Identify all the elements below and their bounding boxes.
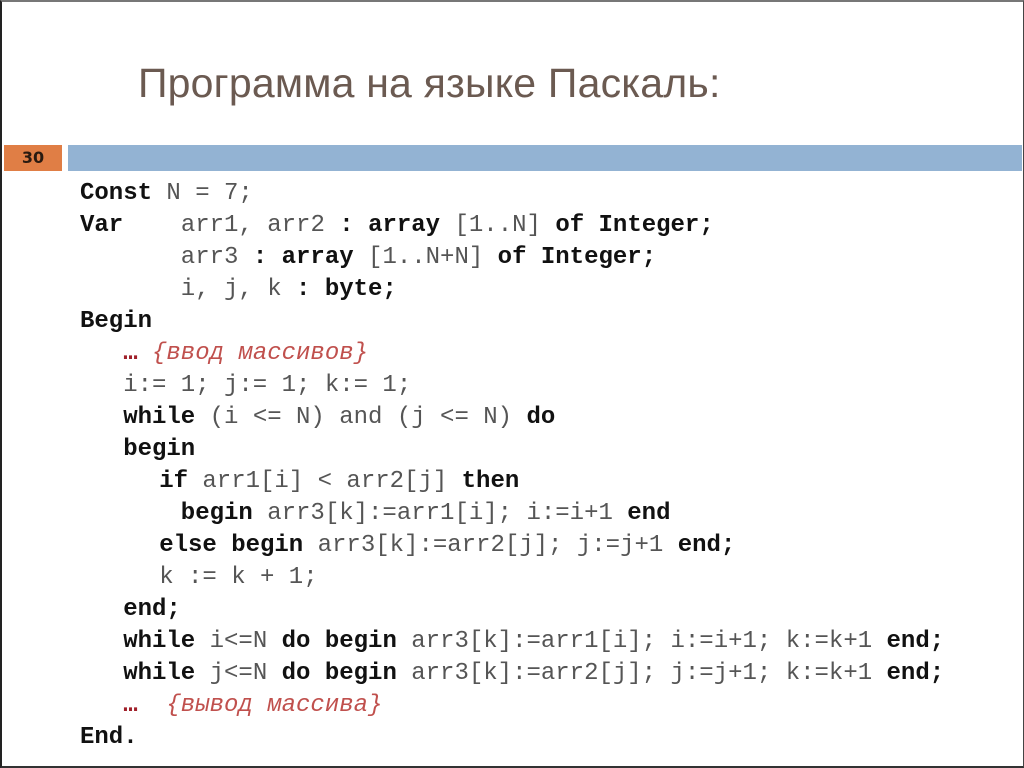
code-keyword: then	[461, 468, 520, 495]
slide-title: Программа на языке Паскаль:	[138, 60, 721, 106]
slide-number-badge: 30	[4, 145, 62, 171]
code-text: k := k + 1;	[159, 564, 318, 591]
code-text: arr3	[180, 244, 253, 271]
code-line: Begin	[80, 306, 944, 338]
code-keyword: end;	[123, 596, 181, 623]
code-keyword: do begin	[281, 628, 397, 655]
code-keyword: : array	[252, 244, 354, 271]
code-comment: {ввод массивов}	[137, 340, 369, 367]
code-ellipsis: …	[123, 692, 138, 719]
code-line: Var arr1, arr2 : array [1..N] of Integer…	[80, 210, 944, 242]
code-text: i, j, k	[180, 276, 297, 303]
slide: Программа на языке Паскаль: 30 Const N =…	[0, 0, 1024, 768]
code-text: i:= 1; j:= 1; k:= 1;	[123, 372, 412, 399]
code-keyword: while	[123, 628, 196, 655]
code-line: while j<=N do begin arr3[k]:=arr2[j]; j:…	[80, 658, 944, 690]
code-line: Const N = 7;	[80, 178, 944, 210]
code-keyword: end	[627, 500, 671, 527]
code-line: i, j, k : byte;	[80, 274, 944, 306]
code-line: arr3 : array [1..N+N] of Integer;	[80, 242, 944, 274]
code-line: while i<=N do begin arr3[k]:=arr1[i]; i:…	[80, 626, 944, 658]
code-block: Const N = 7; Var arr1, arr2 : array [1..N…	[80, 178, 944, 754]
code-text: arr3[k]:=arr1[i]; i:=i+1; k:=k+1	[396, 628, 887, 655]
code-line: if arr1[i] < arr2[j] then	[80, 466, 944, 498]
code-keyword: end;	[886, 628, 945, 655]
code-text: arr3[k]:=arr2[j]; j:=j+1; k:=k+1	[396, 660, 887, 687]
code-ellipsis: …	[123, 340, 138, 367]
code-keyword: of Integer;	[555, 212, 714, 239]
code-line: End.	[80, 722, 944, 754]
code-line: k := k + 1;	[80, 562, 944, 594]
code-keyword: if	[159, 468, 188, 495]
code-keyword: : byte;	[296, 276, 397, 303]
code-line: else begin arr3[k]:=arr2[j]; j:=j+1 end;	[80, 530, 944, 562]
code-text: arr1[i] < arr2[j]	[188, 468, 462, 495]
code-text: arr3[k]:=arr2[j]; j:=j+1	[303, 532, 678, 559]
code-keyword: while	[123, 660, 196, 687]
code-keyword: Var	[80, 212, 124, 239]
code-line: begin	[80, 434, 944, 466]
code-keyword: End.	[80, 724, 138, 751]
header-band	[68, 145, 1022, 171]
code-text: (i <= N) and (j <= N)	[195, 404, 527, 431]
code-text: N = 7;	[152, 180, 253, 207]
code-text: [1..N]	[440, 212, 556, 239]
code-keyword: of Integer;	[497, 244, 657, 271]
code-line: end;	[80, 594, 944, 626]
code-keyword: end;	[677, 532, 736, 559]
code-text: [1..N+N]	[353, 244, 498, 271]
code-text: arr3[k]:=arr1[i]; i:=i+1	[252, 500, 628, 527]
code-comment: {вывод массива}	[137, 692, 383, 719]
code-line: … {ввод массивов}	[80, 338, 944, 370]
code-line: i:= 1; j:= 1; k:= 1;	[80, 370, 944, 402]
code-keyword: : array	[339, 212, 441, 239]
code-line: … {вывод массива}	[80, 690, 944, 722]
code-keyword: begin	[123, 436, 196, 463]
code-text: i<=N	[195, 628, 282, 655]
code-keyword: begin	[180, 500, 253, 527]
code-keyword: do begin	[281, 660, 397, 687]
code-keyword: else begin	[159, 532, 304, 559]
code-text: arr1, arr2	[123, 212, 340, 239]
code-keyword: Const	[80, 180, 153, 207]
code-keyword: while	[123, 404, 196, 431]
code-line: while (i <= N) and (j <= N) do	[80, 402, 944, 434]
code-text: j<=N	[195, 660, 282, 687]
code-keyword: do	[526, 404, 556, 431]
code-keyword: Begin	[80, 308, 153, 335]
code-line: begin arr3[k]:=arr1[i]; i:=i+1 end	[80, 498, 944, 530]
code-keyword: end;	[886, 660, 945, 687]
